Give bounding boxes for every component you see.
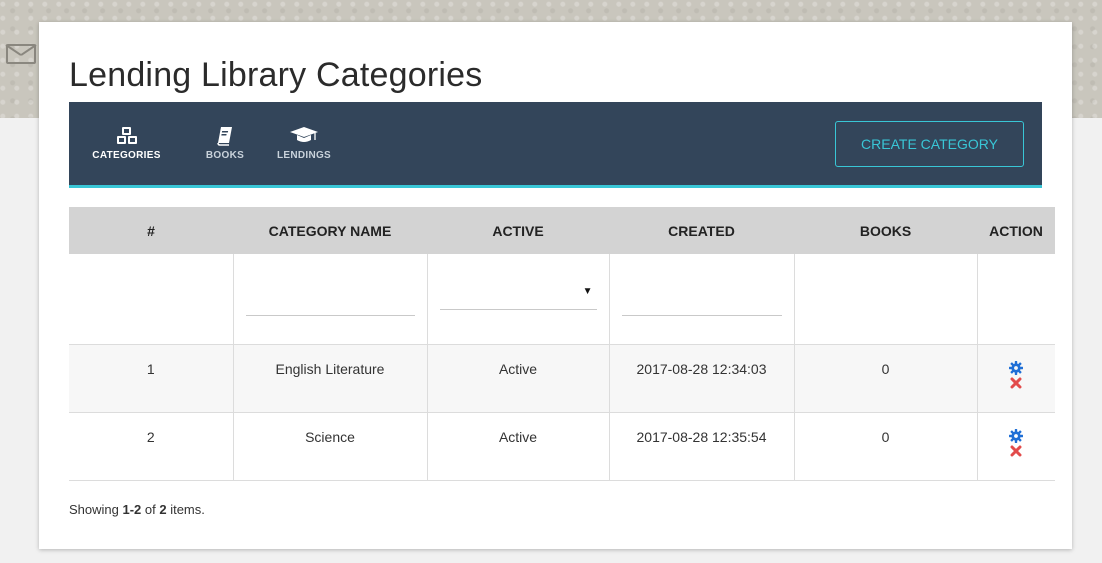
caret-down-icon: ▼ [582,286,593,297]
row-books: 0 [793,411,977,481]
filter-cell-action [976,254,1055,344]
row-actions [976,343,1055,412]
summary-range: 1-2 [122,502,142,517]
delete-icon[interactable] [1010,377,1022,389]
row-books: 0 [793,343,977,412]
page-title: Lending Library Categories [69,56,483,94]
filter-row: ▼ [69,254,1055,344]
content-card: Lending Library Categories CATEGORIES BO… [39,22,1072,549]
pagination-summary: Showing 1-2 of 2 items. [69,502,205,517]
envelope-decoration-icon [6,44,36,64]
header-action: ACTION [977,207,1055,254]
filter-cell-active: ▼ [426,254,609,344]
category-name-filter-input[interactable] [245,294,415,316]
header-active[interactable]: ACTIVE [427,207,609,254]
delete-icon[interactable] [1010,445,1022,457]
row-actions [976,411,1055,481]
graduation-cap-icon [289,126,319,146]
active-filter-select[interactable]: ▼ [439,276,597,310]
table-row: 1 English Literature Active 2017-08-28 1… [69,343,1055,412]
row-active: Active [426,343,609,412]
summary-suffix: items. [166,502,205,517]
table-header-row: # CATEGORY NAME ACTIVE CREATED BOOKS ACT… [69,207,1055,254]
summary-total: 2 [159,502,167,517]
summary-middle: of [141,502,160,517]
row-number: 1 [69,343,233,412]
create-category-button[interactable]: CREATE CATEGORY [835,121,1024,167]
tab-books[interactable]: BOOKS [197,102,253,185]
toolbar: CATEGORIES BOOKS LENDINGS CREATE CATEGOR… [69,102,1042,188]
tab-lendings[interactable]: LENDINGS [265,102,343,185]
row-category-name: English Literature [232,343,427,412]
row-created: 2017-08-28 12:35:54 [608,411,794,481]
row-active: Active [426,411,609,481]
created-filter-input[interactable] [621,294,782,316]
gear-icon[interactable] [1009,360,1024,375]
header-category-name[interactable]: CATEGORY NAME [233,207,427,254]
categories-table: # CATEGORY NAME ACTIVE CREATED BOOKS ACT… [69,207,1055,481]
row-number: 2 [69,411,233,481]
book-icon [217,126,233,146]
tab-categories-label: CATEGORIES [92,150,161,161]
tab-books-label: BOOKS [205,150,245,161]
header-created[interactable]: CREATED [609,207,794,254]
tab-lendings-label: LENDINGS [276,150,332,161]
gear-icon[interactable] [1009,428,1024,443]
summary-prefix: Showing [69,502,123,517]
filter-cell-books [793,254,977,344]
filter-cell-name [232,254,427,344]
header-books[interactable]: BOOKS [794,207,977,254]
table-row: 2 Science Active 2017-08-28 12:35:54 0 [69,411,1055,481]
filter-cell-number [69,254,233,344]
header-number[interactable]: # [69,207,233,254]
tab-categories[interactable]: CATEGORIES [69,102,184,188]
filter-cell-created [608,254,794,344]
cubes-icon [116,126,138,146]
row-category-name: Science [232,411,427,481]
row-created: 2017-08-28 12:34:03 [608,343,794,412]
